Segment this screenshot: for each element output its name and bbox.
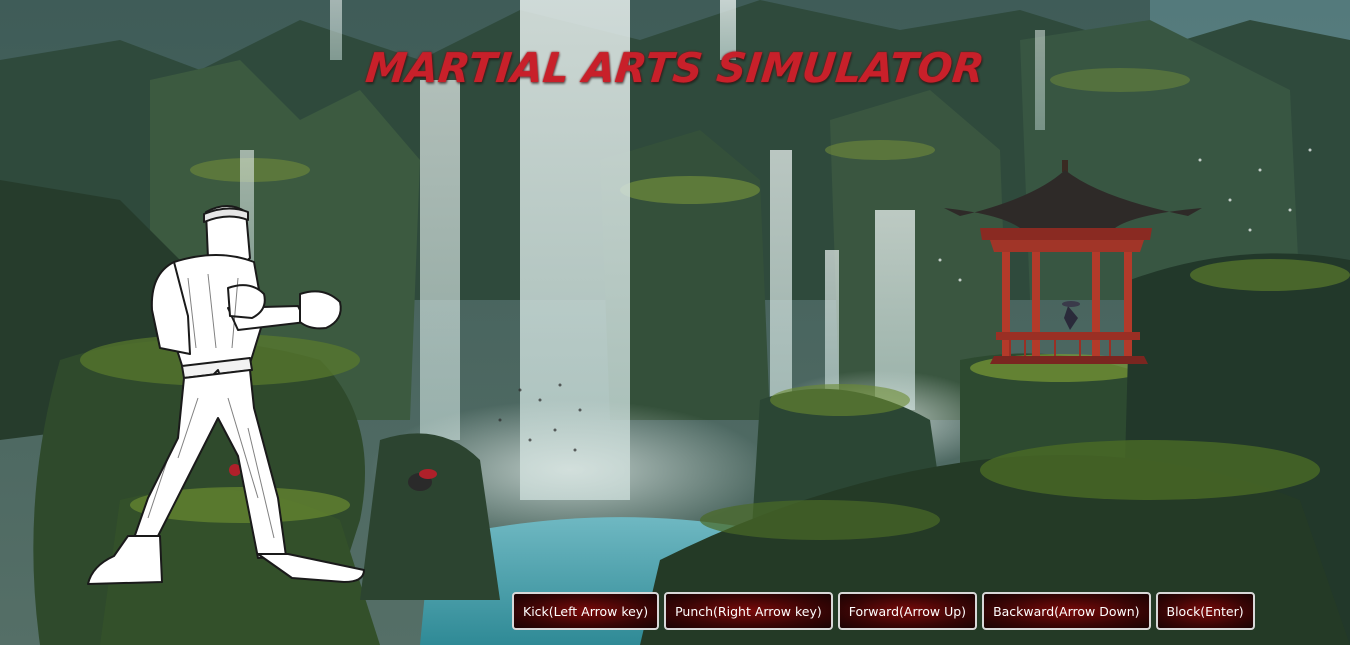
backward-button[interactable]: Backward(Arrow Down) [982, 592, 1151, 630]
controls-bar: Kick(Left Arrow key) Punch(Right Arrow k… [512, 592, 1255, 630]
karate-fighter-icon [87, 205, 365, 585]
block-button[interactable]: Block(Enter) [1155, 592, 1255, 630]
forward-button[interactable]: Forward(Arrow Up) [837, 592, 978, 630]
kick-button[interactable]: Kick(Left Arrow key) [512, 592, 660, 630]
game-scene: MARTIAL ARTS SIMULATOR Kick(Left Arrow k… [0, 0, 1350, 645]
game-title: MARTIAL ARTS SIMULATOR [363, 44, 987, 92]
punch-button[interactable]: Punch(Right Arrow key) [664, 592, 833, 630]
pagoda-icon [944, 160, 1202, 364]
